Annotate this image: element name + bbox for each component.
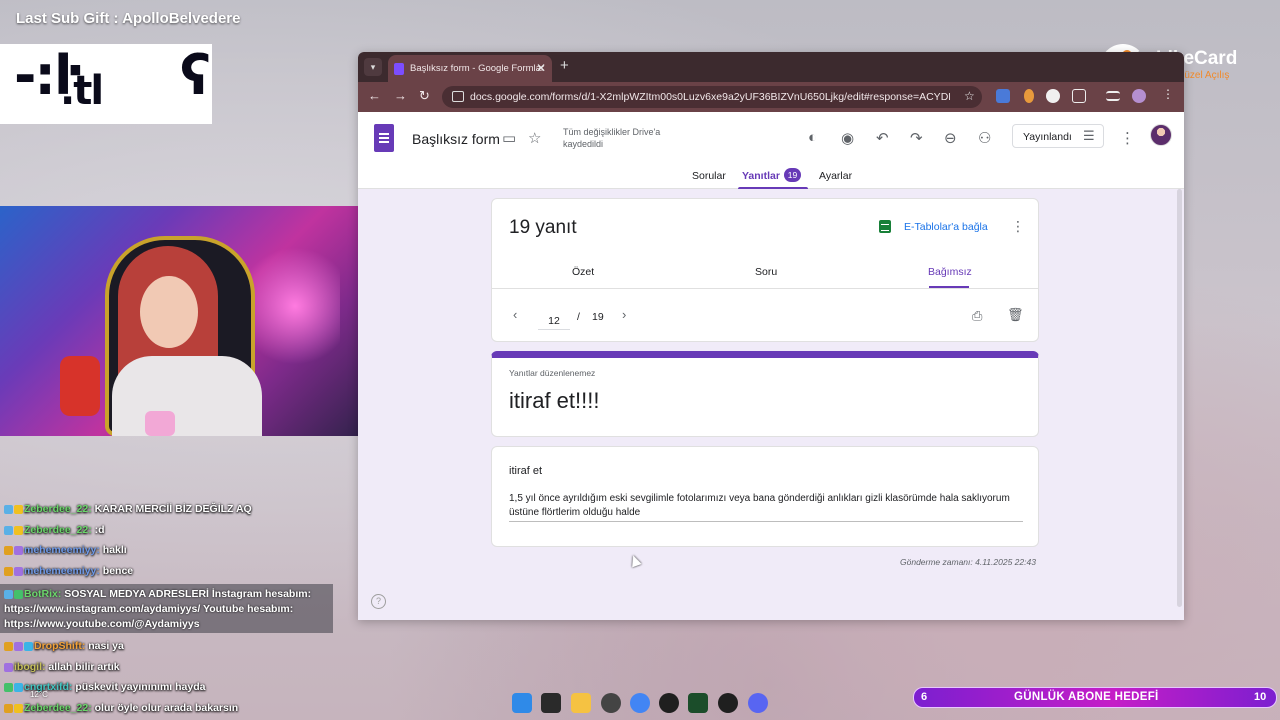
sheets-icon[interactable] <box>879 220 891 233</box>
reload-icon[interactable]: ↻ <box>419 88 430 104</box>
chat-line: Zeberdee_22: :d <box>4 524 339 536</box>
star-icon[interactable]: ☆ <box>528 129 541 147</box>
print-icon[interactable]: ⎙ <box>972 308 982 324</box>
account-avatar[interactable] <box>1150 124 1172 146</box>
goal-current: 6 <box>921 691 928 703</box>
daily-sub-goal-bar: 6 GÜNLÜK ABONE HEDEFİ 10 <box>913 687 1277 708</box>
subtab-individual[interactable]: Bağımsız <box>928 266 972 278</box>
media-controls-icon[interactable] <box>1106 91 1120 101</box>
address-bar[interactable]: docs.google.com/forms/d/1-X2mlpWZItm00s0… <box>442 86 982 108</box>
tab-search-button[interactable]: ▾ <box>364 58 382 76</box>
redo-icon[interactable]: ↷ <box>910 129 923 147</box>
chat-line: DropShift: nasi ya <box>4 640 339 652</box>
folder-icon[interactable]: ▭ <box>502 129 516 147</box>
logo-glyph-mid: .tl <box>60 68 104 114</box>
form-title[interactable]: Başlıksız form <box>412 131 500 147</box>
palette-icon[interactable]: ◐ <box>808 129 817 146</box>
app-g-icon[interactable] <box>659 693 679 713</box>
chat-line: Zeberdee_22: KARAR MERCİİ BİZ DEĞİLZ AQ <box>4 503 339 515</box>
subtab-question[interactable]: Soru <box>755 266 777 278</box>
response-count-title: 19 yanıt <box>509 217 577 238</box>
forms-favicon-icon <box>394 63 404 75</box>
phone <box>145 411 175 436</box>
chat-line: ibogil: allah bilir artık <box>4 661 339 673</box>
extensions-puzzle-icon[interactable] <box>1072 89 1086 103</box>
delete-icon[interactable]: 🗑 <box>1007 307 1024 323</box>
scrollbar[interactable] <box>1177 189 1182 607</box>
chat-line: mehemeemiyy: bence <box>4 565 339 577</box>
last-sub-gift-label: Last Sub Gift : ApolloBelvedere <box>16 10 241 27</box>
translate-extension-icon[interactable] <box>996 89 1010 103</box>
responses-menu-icon[interactable]: ⋮ <box>1011 218 1025 235</box>
save-status: Tüm değişiklikler Drive'a kaydedildi <box>563 127 661 149</box>
goal-max: 10 <box>1254 691 1267 703</box>
chrome-icon[interactable] <box>630 693 650 713</box>
not-editable-note: Yanıtlar düzenlenemez <box>509 368 596 378</box>
app-g2-icon[interactable] <box>718 693 738 713</box>
question-label: itiraf et <box>509 465 543 477</box>
next-response-icon[interactable]: › <box>622 307 626 322</box>
responses-summary-card: 19 yanıt E-Tablolar'a bağla ⋮ Özet Soru … <box>491 198 1039 342</box>
response-title-card: Yanıtlar düzenlenemez itiraf et!!!! <box>491 351 1039 437</box>
tab-settings[interactable]: Ayarlar <box>819 170 852 182</box>
profile-avatar-icon[interactable] <box>1132 89 1146 103</box>
file-explorer-icon[interactable] <box>571 693 591 713</box>
chat-line: Zeberdee_22: olur öyle olur arada bakars… <box>4 702 339 714</box>
url-text[interactable]: docs.google.com/forms/d/1-X2mlpWZItm00s0… <box>470 91 950 103</box>
browser-tab-forms[interactable]: Başlıksız form - Google Formlar ✕ <box>388 55 552 82</box>
tune-icon: ☰ <box>1083 128 1095 143</box>
response-total: 19 <box>592 311 604 323</box>
weather-widget[interactable]: 12°C <box>30 690 48 699</box>
subtab-summary[interactable]: Özet <box>572 266 594 278</box>
submission-time: Gönderme zamanı: 4.11.2025 22:43 <box>900 557 1036 567</box>
channel-logo: -:ŀ .tl ʕ <box>0 44 212 124</box>
help-icon[interactable]: ? <box>371 594 386 609</box>
tab-strip: ▾ Başlıksız form - Google Formlar ✕ + <box>358 52 1184 82</box>
answer-card: itiraf et 1,5 yıl önce ayrıldığım eski s… <box>491 446 1039 547</box>
browser-menu-icon[interactable]: ⋮ <box>1162 87 1174 101</box>
forward-icon[interactable]: → <box>394 88 407 103</box>
discord-icon[interactable] <box>748 693 768 713</box>
obs-icon[interactable] <box>601 693 621 713</box>
close-tab-icon[interactable]: ✕ <box>536 61 546 75</box>
extension-icon[interactable] <box>1024 89 1034 103</box>
response-index-input[interactable] <box>538 312 570 330</box>
link-to-sheets-button[interactable]: E-Tablolar'a bağla <box>904 221 988 233</box>
browser-window: ▾ Başlıksız form - Google Formlar ✕ + ← … <box>358 52 1184 620</box>
tab-title: Başlıksız form - Google Formlar <box>410 63 545 74</box>
microphone <box>60 356 100 416</box>
new-tab-button[interactable]: + <box>560 57 569 74</box>
add-collaborator-icon[interactable]: ⚇ <box>978 129 991 147</box>
forms-header: Başlıksız form ▭ ☆ Tüm değişiklikler Dri… <box>358 112 1184 189</box>
chat-line: mehemeemiyy: haklı <box>4 544 339 556</box>
snapchat-extension-icon[interactable] <box>1046 89 1060 103</box>
undo-icon[interactable]: ↶ <box>876 129 889 147</box>
logo-glyph-right: ʕ <box>180 44 211 107</box>
app-green-icon[interactable] <box>688 693 708 713</box>
goal-label: GÜNLÜK ABONE HEDEFİ <box>1014 691 1159 703</box>
windows-start-icon[interactable] <box>512 693 532 713</box>
form-response-title: itiraf et!!!! <box>509 388 600 413</box>
answer-text: 1,5 yıl önce ayrıldığım eski sevgilimle … <box>509 493 1010 518</box>
previous-response-icon[interactable]: ‹ <box>513 307 517 322</box>
site-info-icon[interactable] <box>452 91 464 102</box>
response-count-badge: 19 <box>784 168 801 182</box>
tab-questions[interactable]: Sorular <box>692 170 726 182</box>
task-view-icon[interactable] <box>541 693 561 713</box>
botrix-message: BotRix: SOSYAL MEDYA ADRESLERİ İnstagram… <box>4 588 312 630</box>
chat-line: cngrtxifd: püskevit yayınınımı hayda <box>4 681 339 693</box>
webcam-feed <box>0 206 364 436</box>
published-button[interactable]: Yayınlandı ☰ <box>1012 124 1104 148</box>
link-icon[interactable]: ⊖ <box>944 129 957 147</box>
preview-eye-icon[interactable]: ◉ <box>841 129 854 147</box>
browser-toolbar: ← → ↻ docs.google.com/forms/d/1-X2mlpWZI… <box>358 82 1184 112</box>
extensions-row: ⋮ <box>994 87 1184 105</box>
google-forms-logo-icon[interactable] <box>374 124 394 152</box>
bookmark-star-icon[interactable]: ☆ <box>964 89 975 103</box>
forms-content: 19 yanıt E-Tablolar'a bağla ⋮ Özet Soru … <box>358 189 1184 620</box>
tab-responses[interactable]: Yanıtlar <box>742 170 780 182</box>
more-options-icon[interactable]: ⋮ <box>1120 129 1135 147</box>
back-icon[interactable]: ← <box>368 88 381 103</box>
